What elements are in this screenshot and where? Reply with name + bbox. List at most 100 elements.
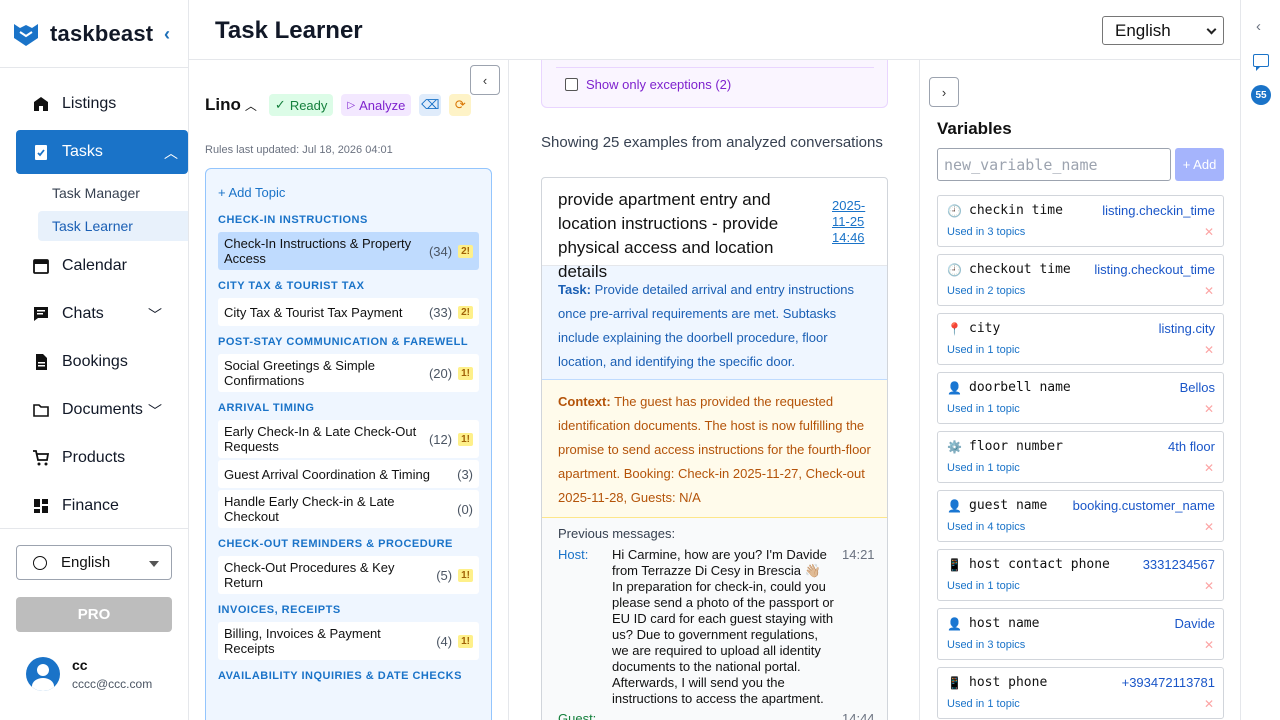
context-text: The guest has provided the requested ide… bbox=[558, 394, 871, 505]
variable-usage[interactable]: Used in 1 topic bbox=[947, 462, 1020, 474]
delete-icon[interactable]: ✕ bbox=[1204, 461, 1214, 475]
topic-item[interactable]: City Tax & Tourist Tax Payment (33) 2! bbox=[218, 298, 479, 326]
delete-icon[interactable]: ✕ bbox=[1204, 520, 1214, 534]
chevron-up-icon[interactable]: ︿ bbox=[164, 143, 178, 163]
chevron-up-icon[interactable]: ︿ bbox=[245, 97, 257, 114]
example-date-link[interactable]: 2025-11-25 14:46 bbox=[832, 198, 876, 246]
nav-item-bookings[interactable]: Bookings bbox=[16, 340, 172, 384]
chevron-down-icon[interactable]: ﹀ bbox=[148, 401, 162, 421]
message-time: 14:44 bbox=[842, 711, 875, 720]
variables-title: Variables bbox=[937, 119, 1012, 138]
model-name[interactable]: Lino bbox=[205, 95, 241, 115]
topic-item[interactable]: Guest Arrival Coordination & Timing (3) bbox=[218, 460, 479, 488]
model-row: Lino ︿ ✓ Ready ▷ Analyze ⌫ ⟳ bbox=[205, 94, 479, 116]
category-header: AVAILABILITY INQUIRIES & DATE CHECKS bbox=[218, 670, 462, 682]
nav-item-finance[interactable]: Finance bbox=[16, 484, 172, 528]
sidebar-collapse-icon[interactable]: ‹ bbox=[164, 24, 170, 45]
folder-icon bbox=[33, 404, 49, 417]
topic-name: Check-In Instructions & Property Access bbox=[224, 236, 412, 266]
notification-badge[interactable]: 55 bbox=[1251, 85, 1271, 105]
variable-card[interactable]: 📱 host phone +393472113781 Used in 1 top… bbox=[937, 667, 1224, 719]
topic-item[interactable]: Check-Out Procedures & Key Return (5) 1! bbox=[218, 556, 479, 594]
variable-usage[interactable]: Used in 1 topic bbox=[947, 403, 1020, 415]
topic-item[interactable]: Handle Early Check-in & Late Checkout (0… bbox=[218, 490, 479, 528]
topic-item[interactable]: Early Check-In & Late Check-Out Requests… bbox=[218, 420, 479, 458]
nav-item-listings[interactable]: Listings bbox=[16, 82, 172, 126]
topic-item[interactable]: Check-In Instructions & Property Access … bbox=[218, 232, 479, 270]
chat-bubble-icon[interactable] bbox=[1253, 54, 1269, 71]
nav-item-products[interactable]: Products bbox=[16, 436, 172, 480]
variable-card[interactable]: 📱 host contact phone 3331234567 Used in … bbox=[937, 549, 1224, 601]
add-topic-button[interactable]: + Add Topic bbox=[218, 185, 479, 200]
chevron-right-icon: › bbox=[941, 84, 947, 100]
eraser-button[interactable]: ⌫ bbox=[419, 94, 442, 116]
exception-badge: 1! bbox=[458, 634, 473, 648]
variable-card[interactable]: 📍 city listing.city Used in 1 topic ✕ bbox=[937, 313, 1224, 365]
new-variable-input[interactable]: new_variable_name bbox=[937, 148, 1171, 181]
variable-card[interactable]: 👤 host name Davide Used in 3 topics ✕ bbox=[937, 608, 1224, 660]
variable-value: +393472113781 bbox=[1121, 675, 1215, 690]
show-exceptions-checkbox[interactable]: Show only exceptions (2) bbox=[565, 77, 731, 92]
nav-item-documents[interactable]: Documents ﹀ bbox=[16, 388, 172, 432]
variable-name: host name bbox=[969, 616, 1040, 631]
delete-icon[interactable]: ✕ bbox=[1204, 402, 1214, 416]
nav-item-chats[interactable]: Chats ﹀ bbox=[16, 292, 172, 336]
variable-card[interactable]: 🕘 checkout time listing.checkout_time Us… bbox=[937, 254, 1224, 306]
analyze-button[interactable]: ▷ Analyze bbox=[341, 94, 412, 116]
collapse-topics-button[interactable]: ‹ bbox=[470, 65, 500, 95]
topic-name: Social Greetings & Simple Confirmations bbox=[224, 358, 376, 388]
topic-count: (20) bbox=[428, 365, 453, 381]
calendar-icon bbox=[33, 259, 49, 274]
topic-item[interactable]: Billing, Invoices & Payment Receipts (4)… bbox=[218, 622, 479, 660]
sync-button[interactable]: ⟳ bbox=[449, 94, 472, 116]
task-text: Provide detailed arrival and entry instr… bbox=[558, 282, 855, 369]
chevron-left-icon[interactable]: ‹ bbox=[1256, 18, 1261, 35]
sub-item-task-manager[interactable]: Task Manager bbox=[38, 178, 188, 208]
person-icon: 👤 bbox=[947, 617, 962, 631]
user-profile[interactable]: cc cccc@ccc.com bbox=[26, 657, 152, 691]
chevron-down-icon[interactable]: ﹀ bbox=[148, 305, 162, 325]
grid-icon bbox=[34, 499, 48, 513]
ready-label: Ready bbox=[289, 97, 328, 113]
variables-panel: › Variables new_variable_name + Add 🕘 ch… bbox=[920, 60, 1240, 720]
variable-usage[interactable]: Used in 1 topic bbox=[947, 698, 1020, 710]
ready-status-badge: ✓ Ready bbox=[268, 94, 334, 116]
nav-item-label: Documents bbox=[62, 401, 143, 418]
delete-icon[interactable]: ✕ bbox=[1204, 225, 1214, 239]
variable-usage[interactable]: Used in 1 topic bbox=[947, 580, 1020, 592]
context-label: Context: bbox=[558, 394, 611, 409]
pro-button[interactable]: PRO bbox=[16, 597, 172, 632]
delete-icon[interactable]: ✕ bbox=[1204, 638, 1214, 652]
nav-item-calendar[interactable]: Calendar bbox=[16, 244, 172, 288]
play-icon: ▷ bbox=[347, 99, 356, 111]
delete-icon[interactable]: ✕ bbox=[1204, 284, 1214, 298]
variable-usage[interactable]: Used in 1 topic bbox=[947, 344, 1020, 356]
topic-name: Check-Out Procedures & Key Return bbox=[224, 560, 395, 590]
variable-usage[interactable]: Used in 3 topics bbox=[947, 639, 1025, 651]
nav-item-tasks[interactable]: Tasks ︿ bbox=[16, 130, 188, 174]
expand-variables-button[interactable]: › bbox=[929, 77, 959, 107]
nav-item-label: Calendar bbox=[62, 257, 127, 274]
category-header: CHECK-IN INSTRUCTIONS bbox=[218, 214, 368, 226]
rules-updated-text: Rules last updated: Jul 18, 2026 04:01 bbox=[205, 144, 393, 156]
delete-icon[interactable]: ✕ bbox=[1204, 697, 1214, 711]
variable-card[interactable]: 🕘 checkin time listing.checkin_time Used… bbox=[937, 195, 1224, 247]
header-language-select[interactable]: English bbox=[1102, 16, 1224, 45]
variable-card[interactable]: 👤 doorbell name Bellos Used in 1 topic ✕ bbox=[937, 372, 1224, 424]
variable-usage[interactable]: Used in 2 topics bbox=[947, 285, 1025, 297]
sub-item-task-learner[interactable]: Task Learner bbox=[38, 211, 188, 241]
variable-card[interactable]: 👤 guest name booking.customer_name Used … bbox=[937, 490, 1224, 542]
topic-item[interactable]: Social Greetings & Simple Confirmations … bbox=[218, 354, 479, 392]
variable-value: listing.checkout_time bbox=[1094, 262, 1215, 277]
variable-usage[interactable]: Used in 3 topics bbox=[947, 226, 1025, 238]
brand: taskbeast ‹ bbox=[0, 0, 188, 68]
delete-icon[interactable]: ✕ bbox=[1204, 343, 1214, 357]
variable-card[interactable]: ⚙️ floor number 4th floor Used in 1 topi… bbox=[937, 431, 1224, 483]
variable-usage[interactable]: Used in 4 topics bbox=[947, 521, 1025, 533]
clock-icon: 🕘 bbox=[947, 204, 962, 218]
person-icon: 👤 bbox=[947, 499, 962, 513]
sidebar-language-select[interactable]: English bbox=[16, 545, 172, 580]
add-variable-button[interactable]: + Add bbox=[1175, 148, 1224, 181]
checkbox[interactable] bbox=[565, 78, 578, 91]
delete-icon[interactable]: ✕ bbox=[1204, 579, 1214, 593]
